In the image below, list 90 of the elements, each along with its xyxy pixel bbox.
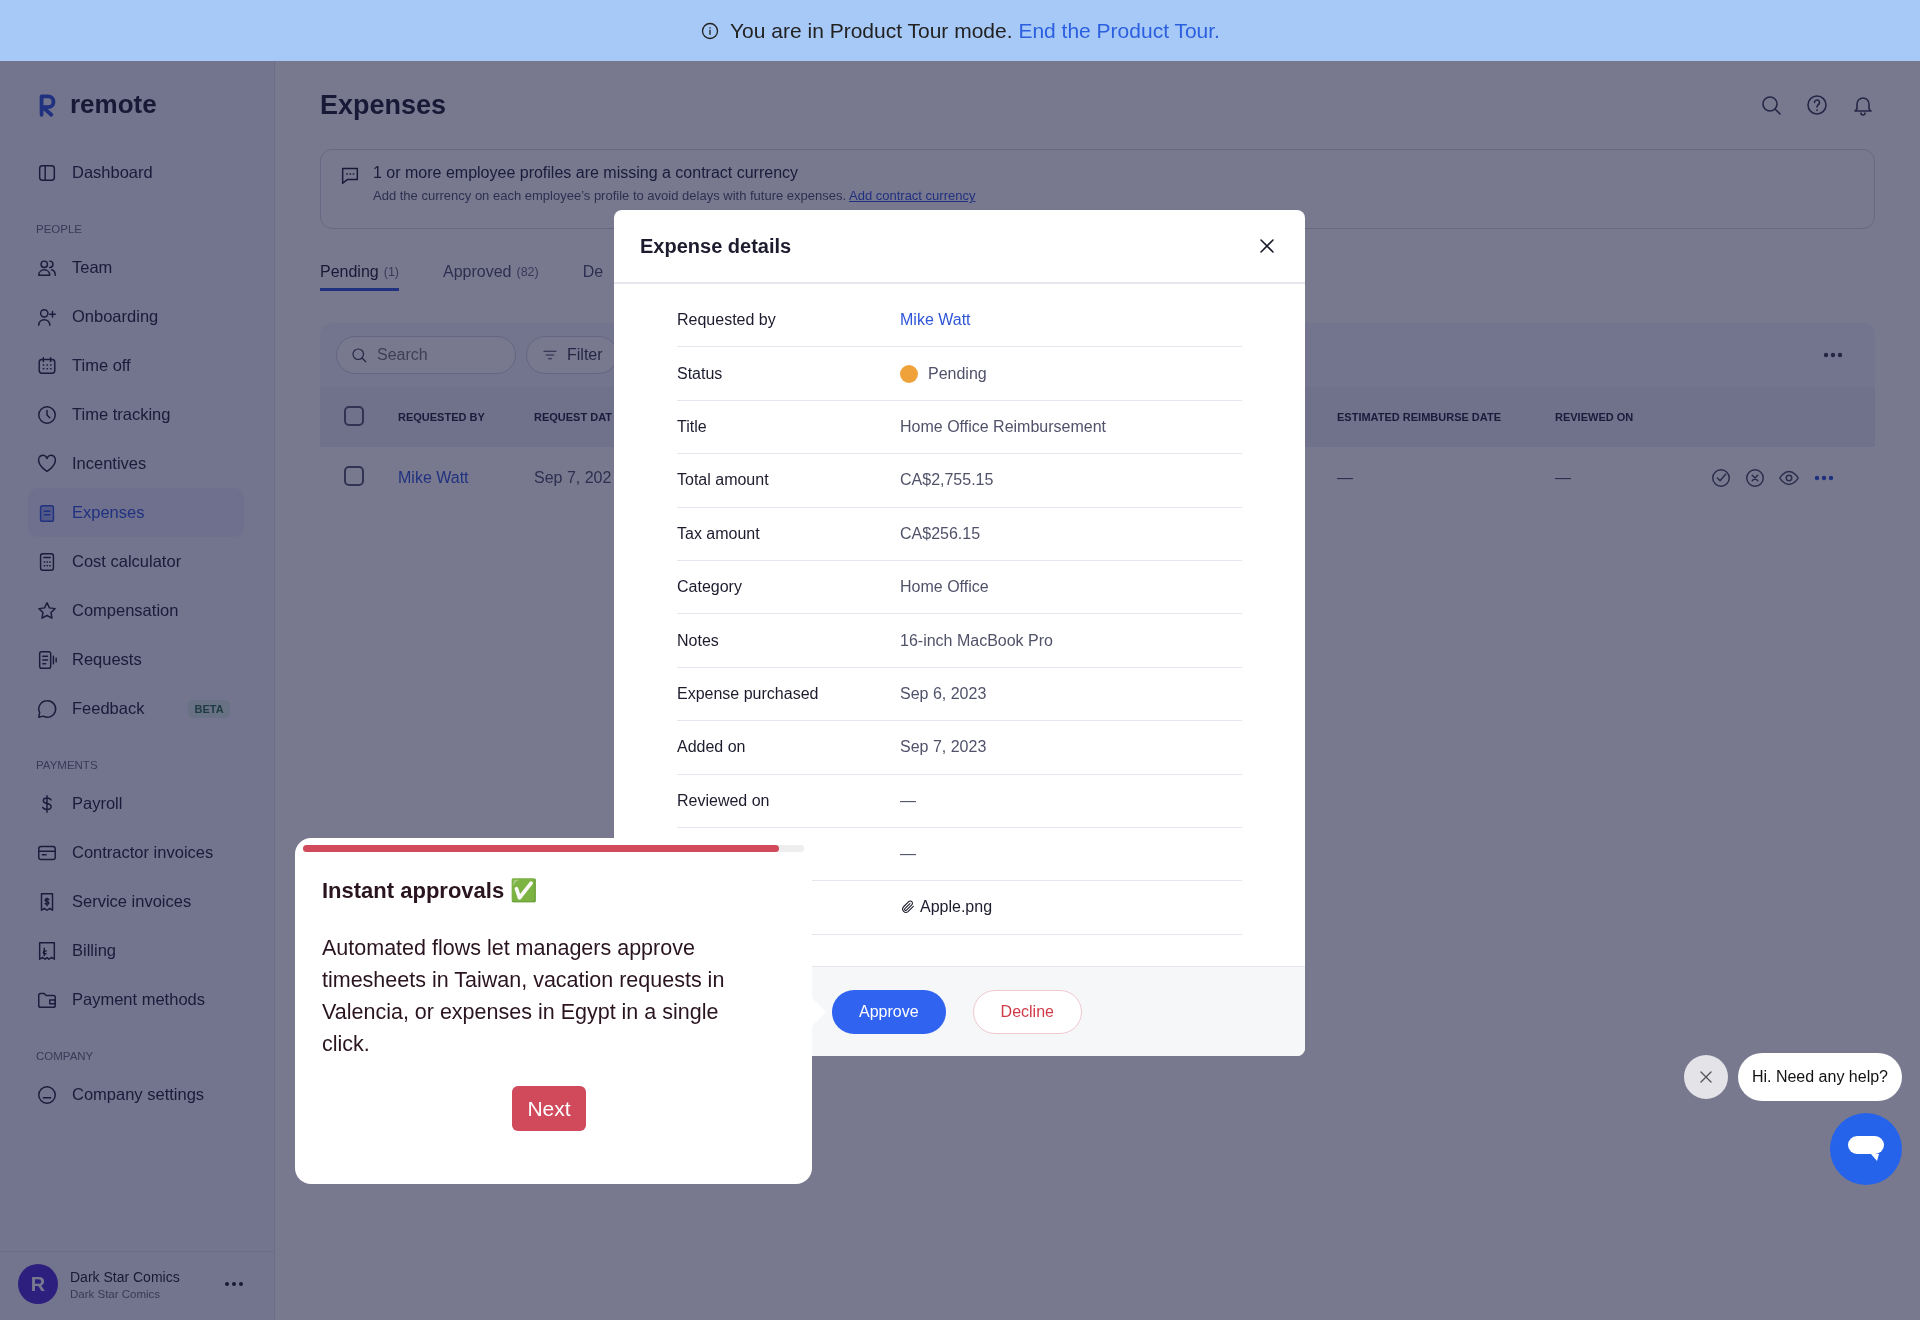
- nav-item[interactable]: Billing: [0, 926, 244, 975]
- speech-bubble-icon: [36, 697, 58, 720]
- paperclip-icon: [900, 899, 916, 916]
- notice-text: Add the currency on each employee’s profile to avoid delays with future expenses. Add contract currency: [373, 188, 976, 203]
- tab[interactable]: De: [582, 251, 604, 291]
- field-value: CA$2,755.15: [900, 471, 995, 490]
- table-cell: —: [1555, 469, 1571, 487]
- attachment-link[interactable]: Apple.png: [900, 898, 1242, 917]
- field-label: Title: [677, 417, 708, 436]
- employee-link[interactable]: Mike Watt: [398, 469, 469, 487]
- field-value: —: [900, 791, 917, 810]
- column-header: REVIEWED ON: [1555, 411, 1634, 423]
- column-header: ESTIMATED REIMBURSE DATE: [1337, 411, 1501, 423]
- field-value: Home Office: [900, 578, 990, 597]
- field-label: Status: [677, 364, 724, 383]
- chat-greeting: Hi. Need any help?: [1737, 1053, 1902, 1101]
- heart-icon: [36, 452, 58, 475]
- nav-item[interactable]: Expenses: [28, 488, 244, 537]
- field-value: —: [900, 845, 917, 864]
- nav-item[interactable]: Requests: [0, 635, 244, 684]
- nav-item[interactable]: Team: [0, 243, 244, 292]
- modal-title: Expense details: [640, 234, 793, 258]
- field-value: 16-inch MacBook Pro: [900, 631, 1054, 650]
- tour-step-text: Automated flows let managers approve timesheets in Taiwan, vacation requests in Valencia, or expenses in Egypt in a single click.: [322, 935, 726, 1058]
- account-name: Dark Star Comics: [70, 1268, 181, 1285]
- nav-item[interactable]: Feedback BETA: [0, 684, 244, 733]
- checkbox[interactable]: [344, 406, 364, 426]
- notice-title: 1 or more employee profiles are missing a contract currency: [373, 164, 800, 182]
- approve-button[interactable]: Approve: [832, 989, 946, 1034]
- search-icon[interactable]: [1759, 93, 1783, 117]
- next-button[interactable]: Next: [512, 1086, 586, 1131]
- end-tour-link[interactable]: End the Product Tour.: [1018, 18, 1220, 42]
- nav-item[interactable]: Time off: [0, 341, 244, 390]
- section-heading: COMPANY: [35, 1049, 95, 1064]
- nav-item[interactable]: Incentives: [0, 439, 244, 488]
- nav-item[interactable]: Contractor invoices: [0, 828, 244, 877]
- status-text: Pending: [928, 364, 987, 383]
- tour-step-title: Instant approvals ✅: [322, 878, 539, 904]
- field-label: Requested by: [677, 311, 777, 330]
- decline-button[interactable]: Decline: [972, 989, 1082, 1034]
- nav-item[interactable]: Cost calculator: [0, 537, 244, 586]
- field-label: Tax amount: [677, 524, 761, 543]
- document-icon: [36, 648, 58, 671]
- checkbox[interactable]: [344, 466, 364, 486]
- field-label: Added on: [677, 738, 747, 757]
- circle-icon: [36, 1083, 58, 1106]
- field-label: Notes: [677, 631, 720, 650]
- receipt-icon: [36, 939, 58, 962]
- account-switcher[interactable]: R Dark Star Comics Dark Star Comics: [0, 1251, 274, 1320]
- info-icon: [700, 20, 720, 41]
- tour-mode-message: You are in Product Tour mode. End the Product Tour.: [730, 18, 1220, 43]
- search-icon: [350, 346, 368, 364]
- page-title: Expenses: [320, 89, 448, 121]
- field-value: Sep 6, 2023: [900, 684, 988, 703]
- search-field[interactable]: Search: [336, 336, 516, 374]
- brand-name: remote: [70, 89, 157, 120]
- field-value: CA$256.15: [900, 524, 982, 543]
- section-heading: PEOPLE: [35, 222, 84, 237]
- field-value: Home Office Reimbursement: [900, 417, 1107, 436]
- table-cell: —: [1337, 469, 1353, 487]
- check-circle-icon[interactable]: [1710, 467, 1732, 489]
- field-label: Reviewed on: [677, 791, 771, 810]
- field-label: Total amount: [677, 471, 770, 490]
- nav-item[interactable]: Payment methods: [0, 975, 244, 1024]
- calendar-icon: [36, 354, 58, 377]
- nav-item[interactable]: Service invoices: [0, 877, 244, 926]
- table-cell: Sep 7, 202: [534, 469, 612, 487]
- column-header: REQUEST DAT: [534, 411, 613, 423]
- tab[interactable]: Pending (1): [320, 251, 399, 291]
- nav-item[interactable]: Dashboard: [0, 148, 244, 197]
- field-label: Expense purchased: [677, 684, 820, 703]
- help-icon[interactable]: [1805, 93, 1829, 117]
- column-header: REQUESTED BY: [398, 411, 485, 423]
- add-currency-link[interactable]: Add contract currency: [849, 188, 976, 203]
- star-icon: [36, 599, 58, 622]
- requester-link[interactable]: Mike Watt: [900, 311, 1242, 330]
- nav-item[interactable]: Payroll: [0, 779, 244, 828]
- account-avatar: R: [18, 1264, 58, 1304]
- nav-item[interactable]: Company settings: [0, 1070, 244, 1119]
- cancel-circle-icon[interactable]: [1744, 467, 1766, 489]
- nav-item[interactable]: Onboarding: [0, 292, 244, 341]
- clock-icon: [36, 403, 58, 426]
- field-value: Sep 7, 2023: [900, 738, 988, 757]
- beta-badge: BETA: [188, 699, 230, 718]
- nav-item[interactable]: Time tracking: [0, 390, 244, 439]
- account-subtitle: Dark Star Comics: [70, 1287, 162, 1300]
- tab[interactable]: Approved (82): [443, 251, 539, 291]
- field-label: Category: [677, 578, 743, 597]
- section-heading: PAYMENTS: [35, 758, 99, 773]
- nav-item[interactable]: Compensation: [0, 586, 244, 635]
